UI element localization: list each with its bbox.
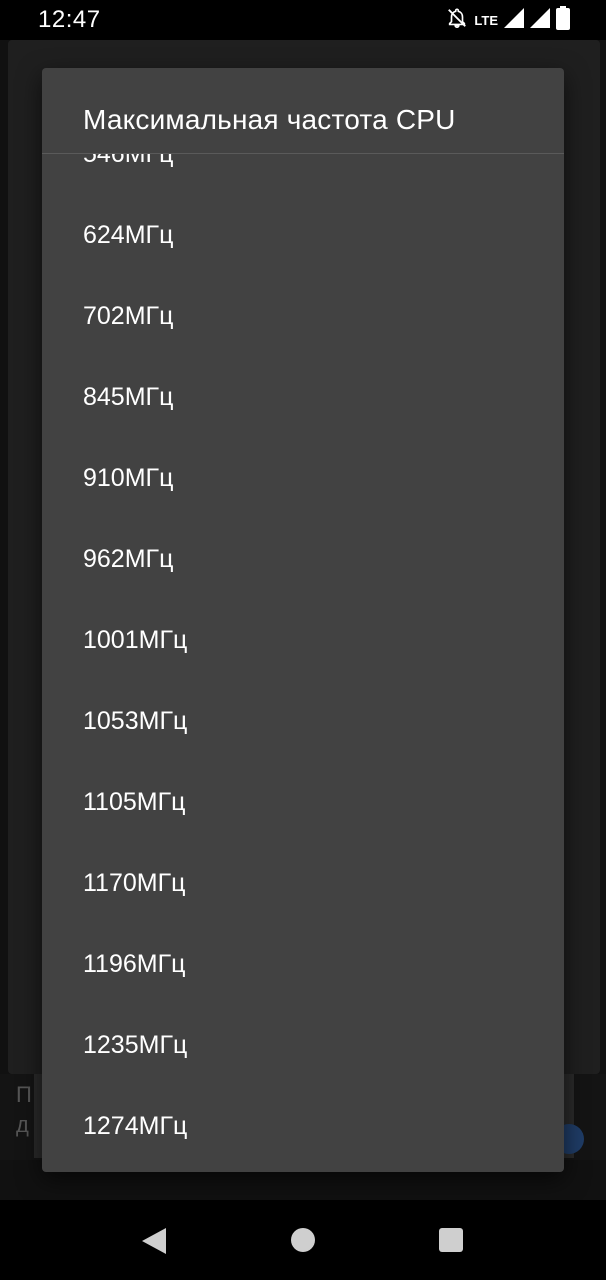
- background-banner-text: Пд: [16, 1082, 32, 1137]
- signal-icon: [530, 7, 550, 33]
- frequency-list-content: 546МГц 624МГц 702МГц 845МГц 910МГц 962МГ…: [42, 154, 564, 1167]
- status-icons: LTE: [446, 5, 570, 35]
- cpu-frequency-dialog: Максимальная частота CPU 546МГц 624МГц 7…: [42, 68, 564, 1172]
- frequency-option[interactable]: 702МГц: [42, 276, 564, 357]
- frequency-option[interactable]: 624МГц: [42, 195, 564, 276]
- frequency-option[interactable]: 1235МГц: [42, 1005, 564, 1086]
- frequency-option[interactable]: 1105МГц: [42, 762, 564, 843]
- frequency-option[interactable]: 1001МГц: [42, 600, 564, 681]
- frequency-option[interactable]: 1053МГц: [42, 681, 564, 762]
- recents-icon[interactable]: [439, 1228, 463, 1252]
- network-type: LTE: [474, 12, 498, 28]
- navigation-bar: [0, 1200, 606, 1280]
- bell-off-icon: [446, 7, 468, 34]
- status-time: 12:47: [38, 6, 101, 33]
- status-bar: 12:47 LTE: [0, 0, 606, 40]
- frequency-option[interactable]: 962МГц: [42, 519, 564, 600]
- home-icon[interactable]: [291, 1228, 315, 1252]
- frequency-option[interactable]: 910МГц: [42, 438, 564, 519]
- frequency-option[interactable]: 1170МГц: [42, 843, 564, 924]
- back-icon[interactable]: [142, 1228, 166, 1259]
- frequency-list[interactable]: 546МГц 624МГц 702МГц 845МГц 910МГц 962МГ…: [42, 154, 564, 1172]
- battery-icon: [556, 5, 570, 35]
- frequency-option[interactable]: 845МГц: [42, 357, 564, 438]
- signal-icon: [504, 7, 524, 33]
- frequency-option[interactable]: 1274МГц: [42, 1086, 564, 1167]
- dialog-title: Максимальная частота CPU: [83, 104, 456, 135]
- frequency-option[interactable]: 546МГц: [42, 154, 564, 195]
- frequency-option[interactable]: 1196МГц: [42, 924, 564, 1005]
